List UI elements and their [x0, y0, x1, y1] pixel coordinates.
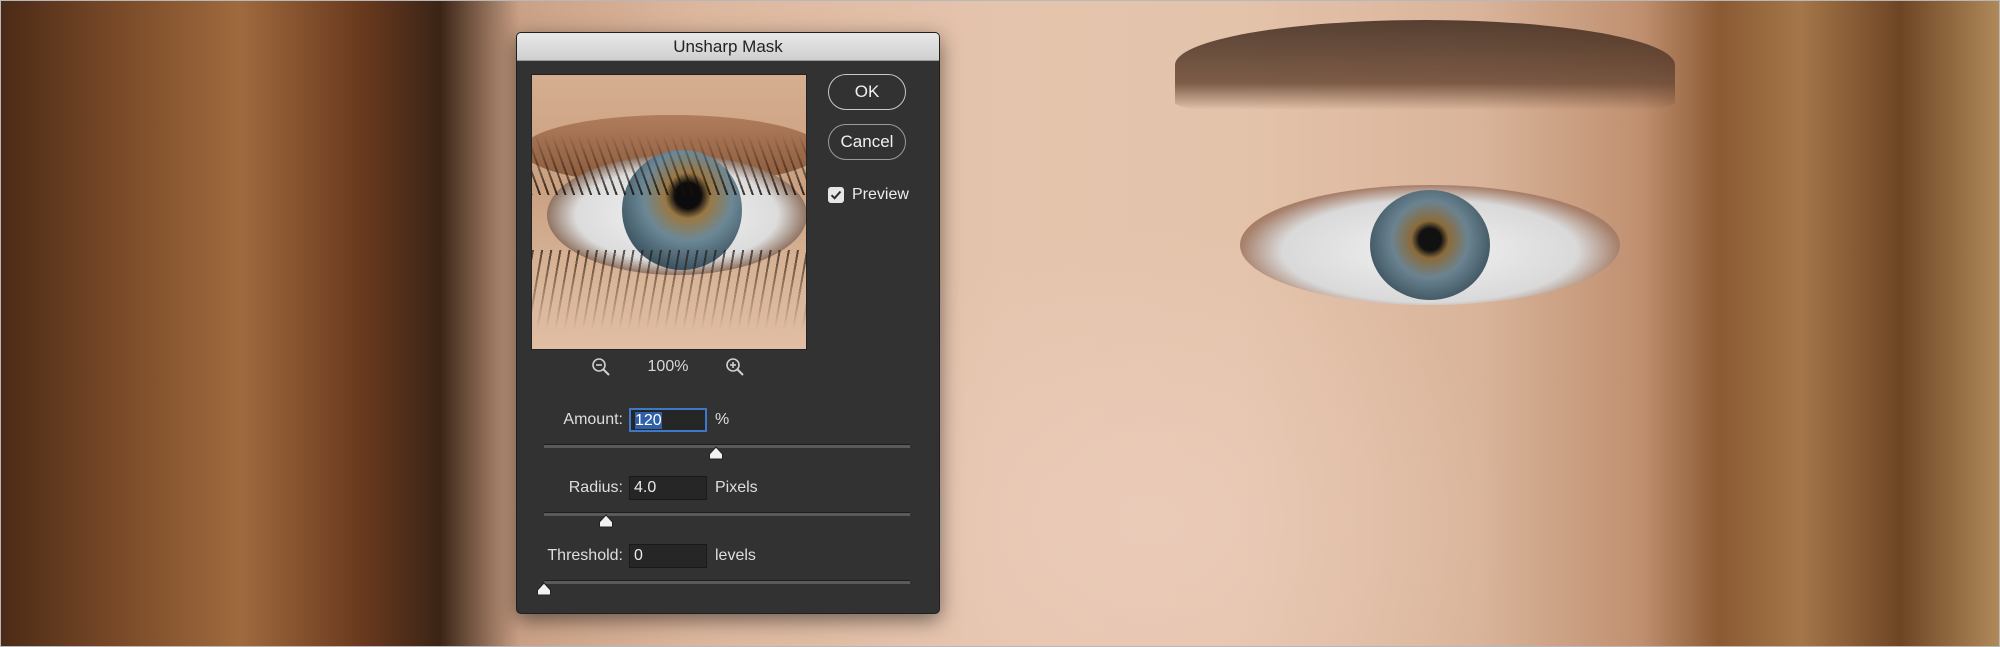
zoom-level: 100% — [647, 358, 689, 375]
zoom-out-icon[interactable] — [590, 356, 612, 378]
amount-field[interactable]: 120 — [629, 408, 707, 432]
amount-slider-thumb[interactable] — [708, 446, 724, 460]
cancel-button[interactable]: Cancel — [828, 124, 906, 160]
unsharp-mask-dialog: Unsharp Mask 100% OK Cancel Preview Amou… — [516, 32, 940, 614]
checkmark-icon — [830, 190, 842, 200]
radius-slider-thumb[interactable] — [598, 514, 614, 528]
dialog-title: Unsharp Mask — [673, 36, 783, 56]
threshold-unit: levels — [715, 547, 756, 564]
radius-label: Radius: — [568, 479, 623, 496]
ok-button[interactable]: OK — [828, 74, 906, 110]
radius-value: 4.0 — [634, 479, 657, 496]
zoom-in-icon[interactable] — [724, 356, 746, 378]
threshold-slider-track[interactable] — [544, 580, 910, 584]
radius-row: Radius: 4.0 Pixels — [517, 474, 758, 502]
radius-field[interactable]: 4.0 — [629, 476, 707, 500]
threshold-label: Threshold: — [547, 547, 623, 564]
threshold-field[interactable]: 0 — [629, 544, 707, 568]
radius-unit: Pixels — [715, 479, 758, 496]
image-frame — [0, 0, 2000, 647]
amount-row: Amount: 120 % — [517, 406, 729, 434]
preview-checkbox[interactable] — [828, 187, 844, 203]
preview-lower-lashes — [532, 250, 806, 330]
preview-upper-lashes — [532, 135, 806, 195]
threshold-value: 0 — [634, 547, 643, 564]
amount-label: Amount: — [563, 411, 623, 428]
amount-unit: % — [715, 411, 730, 428]
zoom-controls: 100% — [531, 355, 805, 379]
threshold-row: Threshold: 0 levels — [517, 542, 756, 570]
amount-slider-track[interactable] — [544, 444, 910, 448]
preview-option[interactable]: Preview — [828, 186, 909, 204]
dialog-titlebar[interactable]: Unsharp Mask — [517, 33, 939, 61]
threshold-slider-thumb[interactable] — [536, 582, 552, 596]
preview-label: Preview — [852, 186, 909, 203]
preview-thumbnail[interactable] — [531, 74, 807, 350]
amount-value: 120 — [635, 412, 662, 429]
